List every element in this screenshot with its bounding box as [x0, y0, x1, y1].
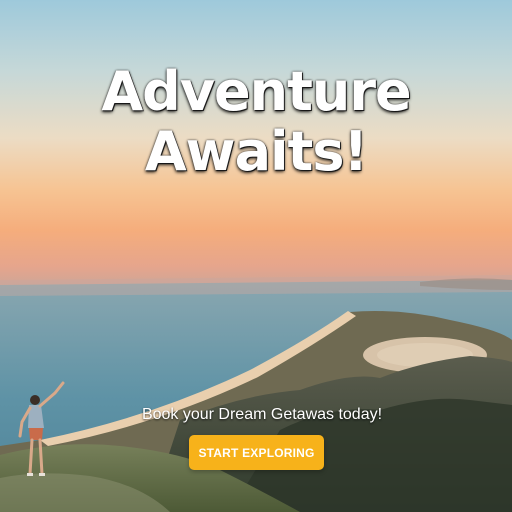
page-title: Adventure Awaits!	[0, 62, 512, 182]
tagline: Book your Dream Getawas today!	[141, 406, 383, 423]
headline-line-2: Awaits!	[144, 120, 368, 183]
headline-line-1: Adventure	[101, 60, 411, 123]
start-exploring-button[interactable]: START EXPLORING	[189, 435, 324, 470]
hero-banner: Adventure Awaits! Book your Dream Getawa…	[0, 0, 512, 512]
